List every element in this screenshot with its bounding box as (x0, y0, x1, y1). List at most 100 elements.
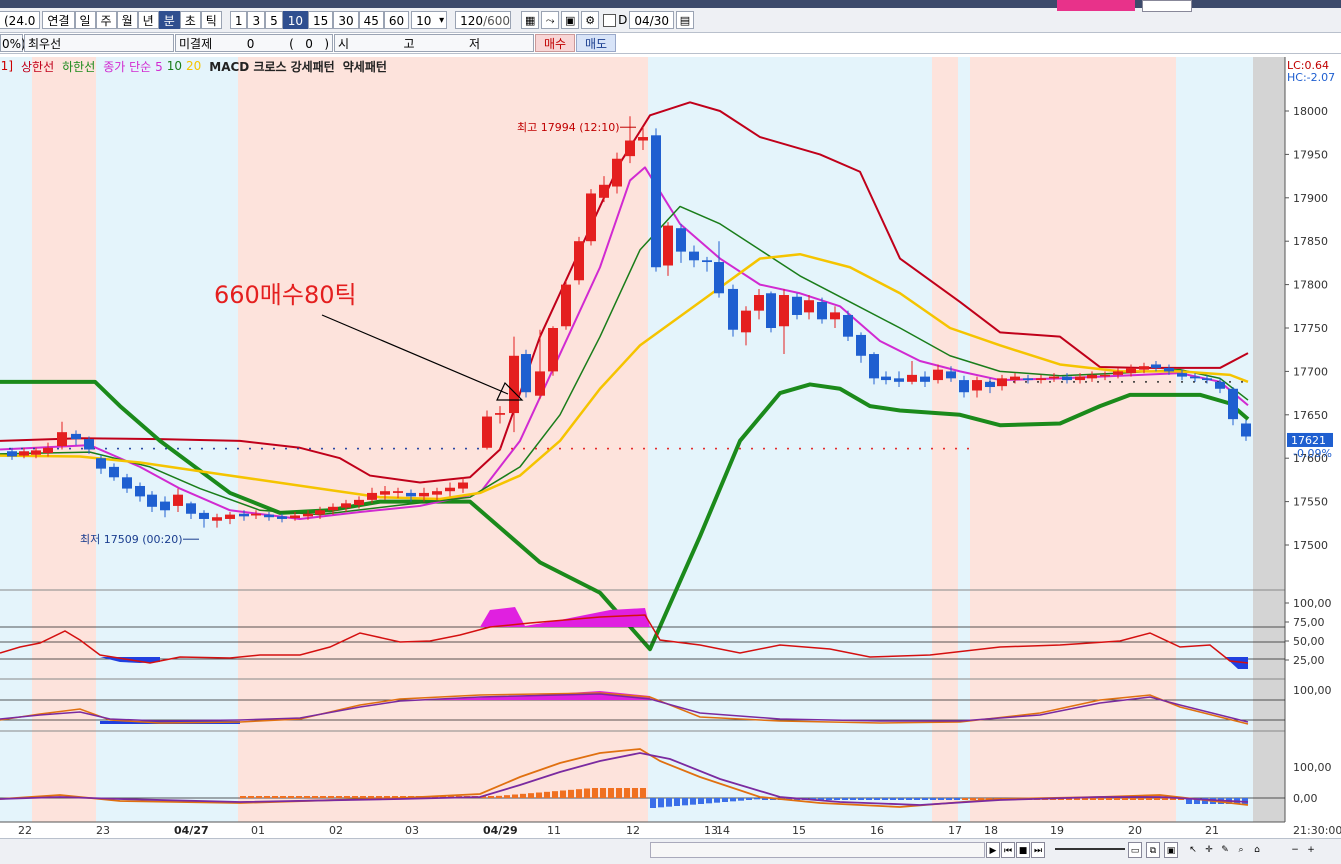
macd-hist-bar (280, 796, 286, 798)
candle-body (1241, 423, 1251, 437)
save-icon[interactable]: ▣ (561, 11, 580, 29)
legend-lower-band: 하한선 (62, 59, 96, 74)
code-field[interactable]: (24.0 (0, 11, 41, 29)
candle-body (7, 451, 17, 457)
time-label: 02 (329, 824, 343, 837)
macd-hist-bar (866, 798, 872, 800)
resistance-dot (499, 447, 501, 450)
gear-icon[interactable]: ⚙ (581, 11, 600, 29)
buy-button[interactable]: 매수 (535, 34, 575, 52)
candle-body (804, 300, 814, 313)
open-label: 시 (338, 37, 350, 51)
macd-hist-bar (650, 798, 656, 808)
date-field[interactable]: 04/30 (629, 11, 674, 29)
nav-next-icon[interactable]: ⏭ (1031, 842, 1045, 858)
price-tick-label: 17700 (1293, 365, 1328, 378)
alert-badge[interactable] (1057, 0, 1135, 11)
support-dot (189, 447, 191, 450)
period-button-1[interactable]: 일 (74, 11, 96, 29)
chart-toolbar: (24.0 연결일주월년분초틱 1351015304560 10 120/600… (0, 0, 1341, 33)
zoom-out-icon[interactable]: − (1288, 842, 1302, 858)
level-dot (1097, 380, 1099, 383)
zoom-slider[interactable] (1055, 848, 1125, 850)
cross-icon[interactable]: ✛ (1202, 842, 1216, 858)
macd-hist-bar (288, 796, 294, 798)
candle-body (380, 491, 390, 495)
candle-body (574, 241, 584, 281)
scroll-thumb[interactable] (650, 842, 985, 858)
interval-button-1[interactable]: 3 (247, 11, 266, 29)
calendar-icon[interactable]: ▤ (676, 11, 694, 29)
candle-body (933, 369, 943, 381)
interval-button-3[interactable]: 10 (282, 11, 309, 29)
period-button-2[interactable]: 주 (95, 11, 117, 29)
fit-icon[interactable]: ▭ (1128, 842, 1142, 858)
search-box[interactable] (1142, 0, 1192, 12)
draw-icon[interactable]: ✎ (1218, 842, 1232, 858)
period-button-0[interactable]: 연결 (42, 11, 75, 29)
interval-button-4[interactable]: 15 (308, 11, 334, 29)
resistance-dot (787, 447, 789, 450)
price-tick-label: 17500 (1293, 539, 1328, 552)
macd-hist-bar (496, 795, 502, 798)
macd-hist-bar (248, 796, 254, 798)
resistance-dot (859, 447, 861, 450)
chart-scrollbar[interactable]: ▶ ⏮ ■ ⏭ ▭ ⧉ ▣ ↖ ✛ ✎ ⌕ ⌂ − + (0, 838, 1341, 864)
candle-body (495, 413, 505, 415)
period-button-3[interactable]: 월 (116, 11, 138, 29)
stoch-tick-label: 50,00 (1293, 635, 1325, 648)
count-field[interactable]: 120/600 (455, 11, 512, 29)
chart-legend: [1] 상한선 하한선 종가 단순 5 10 20 MACD 크로스 강세패턴 … (0, 57, 387, 75)
support-dot (405, 447, 407, 450)
support-dot (213, 447, 215, 450)
support-dot (369, 447, 371, 450)
support-dot (177, 447, 179, 450)
trend-icon[interactable]: ⤳ (541, 11, 560, 29)
period-button-4[interactable]: 년 (137, 11, 159, 29)
candle-body (406, 492, 416, 497)
period-button-5[interactable]: 분 (158, 11, 180, 29)
grid-icon[interactable]: ▦ (521, 11, 540, 29)
pct-cell: 0%) (0, 34, 26, 52)
nav-prev-icon[interactable]: ⏮ (1001, 842, 1015, 858)
interval-button-7[interactable]: 60 (383, 11, 410, 29)
resistance-dot (643, 447, 645, 450)
candle-body (186, 503, 196, 514)
home-icon[interactable]: ⌂ (1250, 842, 1264, 858)
candle-body (1228, 388, 1238, 420)
date-checkbox[interactable] (603, 13, 617, 27)
nav-stop-icon[interactable]: ■ (1016, 842, 1030, 858)
open-interest-cell: 미결제 0 ( 0 ) (175, 34, 333, 52)
interval-button-6[interactable]: 45 (358, 11, 384, 29)
macd-hist-bar (616, 788, 622, 798)
macd-hist-bar (850, 798, 856, 800)
zoom-in-icon[interactable]: + (1304, 842, 1318, 858)
pointer-icon[interactable]: ↖ (1186, 842, 1200, 858)
resistance-dot (583, 447, 585, 450)
interval-button-0[interactable]: 1 (229, 11, 248, 29)
bg-stripe (238, 57, 648, 822)
candle-body (535, 371, 545, 396)
nav-first-icon[interactable]: ▶ (986, 842, 1000, 858)
price-tick-label: 17850 (1293, 235, 1328, 248)
period-button-7[interactable]: 틱 (200, 11, 222, 29)
macd-hist-bar (592, 788, 598, 798)
resistance-dot (655, 447, 657, 450)
period-button-6[interactable]: 초 (179, 11, 201, 29)
support-dot (417, 447, 419, 450)
period-buttons: 연결 일 주 월 년 분 초 틱 (40, 11, 222, 29)
resistance-dot (835, 447, 837, 450)
sell-button[interactable]: 매도 (576, 34, 616, 52)
open-interest-change: ( 0 ) (289, 37, 329, 51)
candle-body (1177, 373, 1187, 377)
macd-hist-bar (754, 798, 760, 800)
price-chart[interactable]: 18000 17950 17900 17850 17800 17750 17700 17650… (0, 57, 1341, 838)
interval-button-2[interactable]: 5 (265, 11, 283, 29)
macd-hist-bar (344, 796, 350, 798)
copy-icon[interactable]: ⧉ (1146, 842, 1160, 858)
interval-button-5[interactable]: 30 (333, 11, 359, 29)
window-icon[interactable]: ▣ (1164, 842, 1178, 858)
interval-combo[interactable]: 10 (411, 11, 448, 30)
resistance-dot (703, 447, 705, 450)
search-icon[interactable]: ⌕ (1234, 842, 1248, 858)
